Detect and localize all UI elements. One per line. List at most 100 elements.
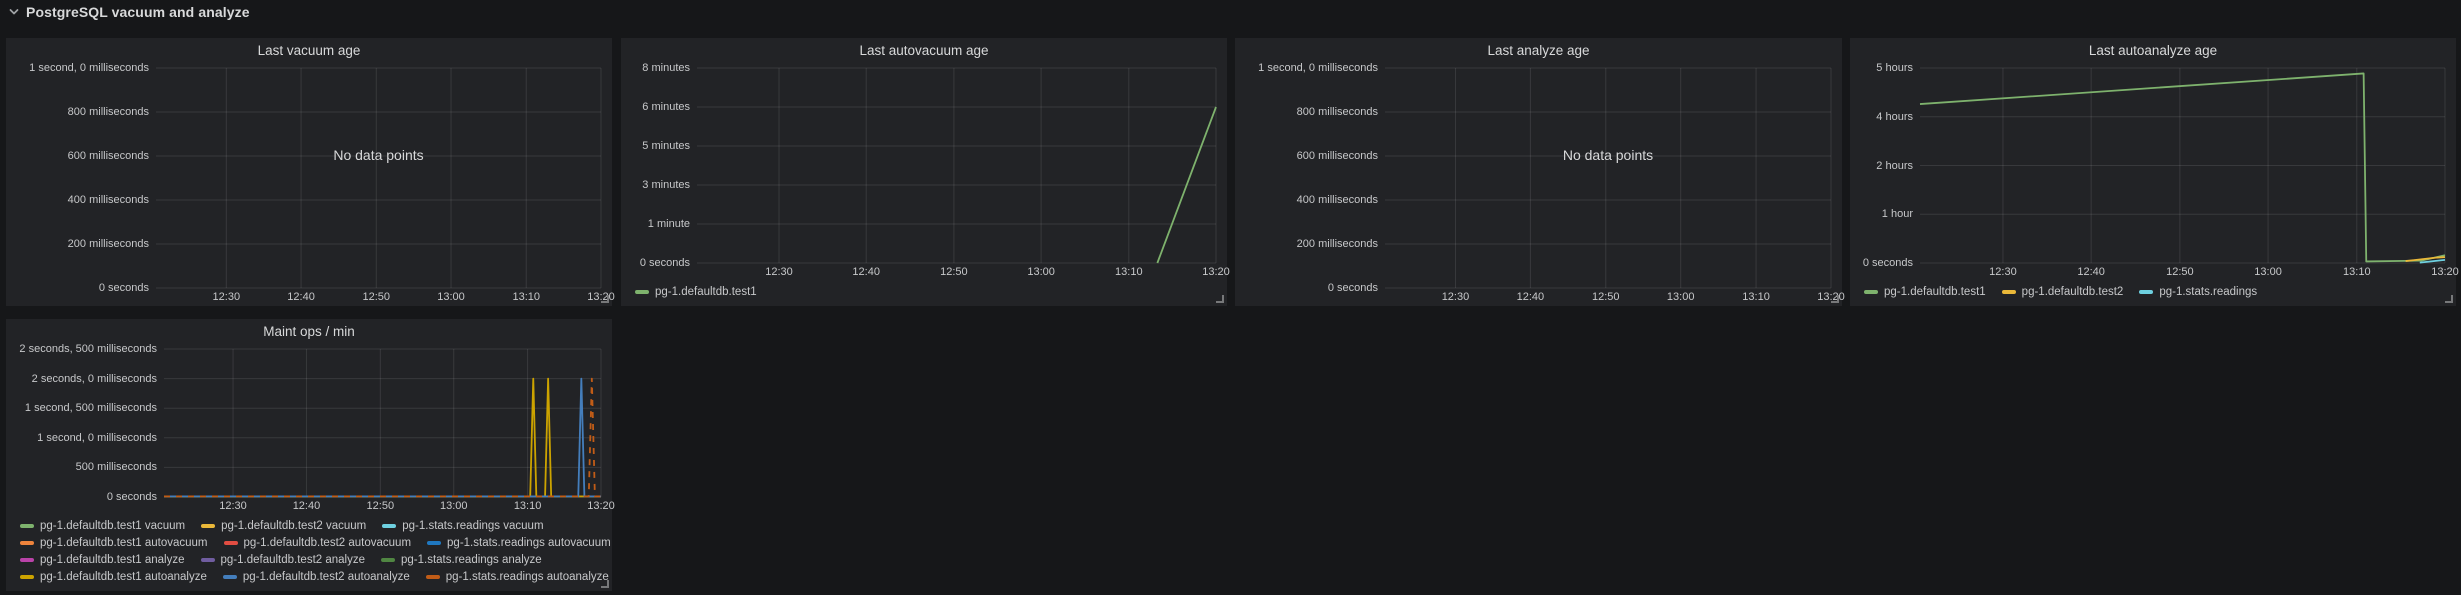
panel-title[interactable]: Last autoanalyze age (1850, 38, 2456, 63)
y-axis-label: 0 seconds (1328, 282, 1378, 294)
x-axis-label: 13:10 (1115, 266, 1143, 278)
legend-item-pg-1-defaultdb-test2-autoanalyze[interactable]: pg-1.defaultdb.test2 autoanalyze (223, 571, 410, 583)
x-axis-label: 13:10 (512, 291, 540, 303)
x-axis-label: 13:20 (2431, 266, 2459, 278)
x-axis-label: 13:00 (2254, 266, 2282, 278)
legend: pg-1.defaultdb.test1 (621, 281, 1227, 306)
chart-canvas[interactable] (697, 68, 1216, 263)
legend-item-pg-1-stats-readings-autovacuum[interactable]: pg-1.stats.readings autovacuum (427, 537, 611, 549)
legend-color-marker (20, 524, 34, 528)
x-axis-label: 12:40 (287, 291, 315, 303)
plot-region (164, 349, 601, 497)
plot-region: No data points (156, 68, 601, 288)
x-axis-label: 12:30 (765, 266, 793, 278)
x-axis-label: 13:10 (1742, 291, 1770, 303)
legend-row: pg-1.defaultdb.test1 autoanalyze pg-1.def… (20, 569, 602, 584)
x-axis-labels: 12:3012:4012:5013:0013:1013:20 (1385, 288, 1831, 306)
y-axis-label: 5 hours (1876, 62, 1913, 74)
chart-canvas[interactable] (1920, 68, 2445, 263)
y-axis-label: 200 milliseconds (1297, 238, 1378, 250)
panel-title[interactable]: Last autovacuum age (621, 38, 1227, 63)
panel-title[interactable]: Last vacuum age (6, 38, 612, 63)
chart-canvas[interactable] (1385, 68, 1831, 288)
legend-item-pg-1-defaultdb-test2-analyze[interactable]: pg-1.defaultdb.test2 analyze (201, 554, 366, 566)
y-axis-label: 600 milliseconds (68, 150, 149, 162)
legend-label: pg-1.stats.readings autovacuum (447, 537, 611, 549)
y-axis-label: 2 seconds, 0 milliseconds (32, 373, 157, 385)
legend-item-pg-1-stats-readings-autoanalyze[interactable]: pg-1.stats.readings autoanalyze (426, 571, 609, 583)
x-axis-label: 13:20 (587, 500, 615, 512)
row-title[interactable]: PostgreSQL vacuum and analyze (26, 4, 250, 20)
y-axis-label: 2 hours (1876, 160, 1913, 172)
chart-canvas[interactable] (164, 349, 601, 497)
series-pg-1-defaultdb-test1 (1920, 73, 2445, 261)
x-axis-labels: 12:3012:4012:5013:0013:1013:20 (156, 288, 601, 306)
legend-color-marker (635, 290, 649, 294)
legend-item-pg-1-defaultdb-test1-vacuum[interactable]: pg-1.defaultdb.test1 vacuum (20, 520, 185, 532)
legend-label: pg-1.defaultdb.test2 analyze (221, 554, 366, 566)
y-axis-label: 0 seconds (107, 491, 157, 503)
y-axis-label: 0 seconds (1863, 257, 1913, 269)
y-axis-label: 1 minute (648, 218, 690, 230)
panel-title[interactable]: Last analyze age (1235, 38, 1842, 63)
legend-color-marker (20, 575, 34, 579)
legend-row: pg-1.defaultdb.test1 vacuum pg-1.defaultd… (20, 518, 602, 533)
chart-canvas[interactable] (156, 68, 601, 288)
legend-color-marker (1864, 290, 1878, 294)
legend-item-pg-1-defaultdb-test1-autoanalyze[interactable]: pg-1.defaultdb.test1 autoanalyze (20, 571, 207, 583)
plot-region (697, 68, 1216, 263)
x-axis: 12:3012:4012:5013:0013:1013:20 (6, 288, 612, 306)
legend-label: pg-1.defaultdb.test1 autovacuum (40, 537, 208, 549)
y-axis: 5 hours4 hours2 hours1 hour0 seconds (1860, 68, 1920, 263)
plot-region (1920, 68, 2445, 263)
legend-label: pg-1.defaultdb.test2 autovacuum (244, 537, 412, 549)
x-axis-label: 13:00 (1027, 266, 1055, 278)
legend-item-pg-1-stats-readings-analyze[interactable]: pg-1.stats.readings analyze (381, 554, 542, 566)
y-axis-label: 1 second, 0 milliseconds (29, 62, 149, 74)
y-axis-label: 1 second, 500 milliseconds (25, 402, 157, 414)
legend-label: pg-1.defaultdb.test1 (655, 286, 757, 298)
x-axis-label: 12:30 (1989, 266, 2017, 278)
y-axis-label: 0 seconds (640, 257, 690, 269)
legend-item-pg-1-stats-readings[interactable]: pg-1.stats.readings (2139, 286, 2257, 298)
panel-resize-handle[interactable] (601, 580, 609, 588)
legend-item-pg-1-defaultdb-test1[interactable]: pg-1.defaultdb.test1 (1864, 286, 1986, 298)
dashboard-row-header[interactable]: PostgreSQL vacuum and analyze (8, 3, 250, 21)
panel-title[interactable]: Maint ops / min (6, 319, 612, 344)
y-axis-label: 400 milliseconds (1297, 194, 1378, 206)
legend-row: pg-1.defaultdb.test1 (635, 284, 1217, 299)
legend-item-pg-1-defaultdb-test1-autovacuum[interactable]: pg-1.defaultdb.test1 autovacuum (20, 537, 208, 549)
x-axis-label: 12:50 (2166, 266, 2194, 278)
y-axis-label: 1 hour (1882, 208, 1913, 220)
chevron-down-icon[interactable] (8, 6, 20, 18)
legend-row: pg-1.defaultdb.test1 analyze pg-1.default… (20, 552, 602, 567)
panel-resize-handle[interactable] (1831, 295, 1839, 303)
x-axis-label: 12:40 (1517, 291, 1545, 303)
legend-row: pg-1.defaultdb.test1 pg-1.defaultdb.test2… (1864, 284, 2446, 299)
x-axis-label: 13:00 (440, 500, 468, 512)
legend-item-pg-1-defaultdb-test2-autovacuum[interactable]: pg-1.defaultdb.test2 autovacuum (224, 537, 412, 549)
x-axis-label: 12:40 (2077, 266, 2105, 278)
legend-row: pg-1.defaultdb.test1 autovacuum pg-1.defa… (20, 535, 602, 550)
panel-last-autoanalyze-age: Last autoanalyze age5 hours4 hours2 hour… (1850, 38, 2456, 306)
chart-plot-area: 1 second, 0 milliseconds800 milliseconds… (1235, 63, 1842, 288)
legend-label: pg-1.stats.readings autoanalyze (446, 571, 609, 583)
legend-color-marker (201, 558, 215, 562)
y-axis-label: 1 second, 0 milliseconds (37, 432, 157, 444)
panel-resize-handle[interactable] (2445, 295, 2453, 303)
legend-color-marker (201, 524, 215, 528)
y-axis: 2 seconds, 500 milliseconds2 seconds, 0 … (16, 349, 164, 497)
chart-plot-area: 8 minutes6 minutes5 minutes3 minutes1 mi… (621, 63, 1227, 263)
legend-item-pg-1-stats-readings-vacuum[interactable]: pg-1.stats.readings vacuum (382, 520, 543, 532)
legend-item-pg-1-defaultdb-test1-analyze[interactable]: pg-1.defaultdb.test1 analyze (20, 554, 185, 566)
panel-resize-handle[interactable] (601, 295, 609, 303)
legend-label: pg-1.defaultdb.test1 autoanalyze (40, 571, 207, 583)
y-axis: 1 second, 0 milliseconds800 milliseconds… (1245, 68, 1385, 288)
legend-label: pg-1.defaultdb.test1 analyze (40, 554, 185, 566)
panel-resize-handle[interactable] (1216, 295, 1224, 303)
legend-item-pg-1-defaultdb-test1[interactable]: pg-1.defaultdb.test1 (635, 286, 757, 298)
y-axis-label: 600 milliseconds (1297, 150, 1378, 162)
chart-plot-area: 5 hours4 hours2 hours1 hour0 seconds (1850, 63, 2456, 263)
legend-item-pg-1-defaultdb-test2[interactable]: pg-1.defaultdb.test2 (2002, 286, 2124, 298)
legend-item-pg-1-defaultdb-test2-vacuum[interactable]: pg-1.defaultdb.test2 vacuum (201, 520, 366, 532)
